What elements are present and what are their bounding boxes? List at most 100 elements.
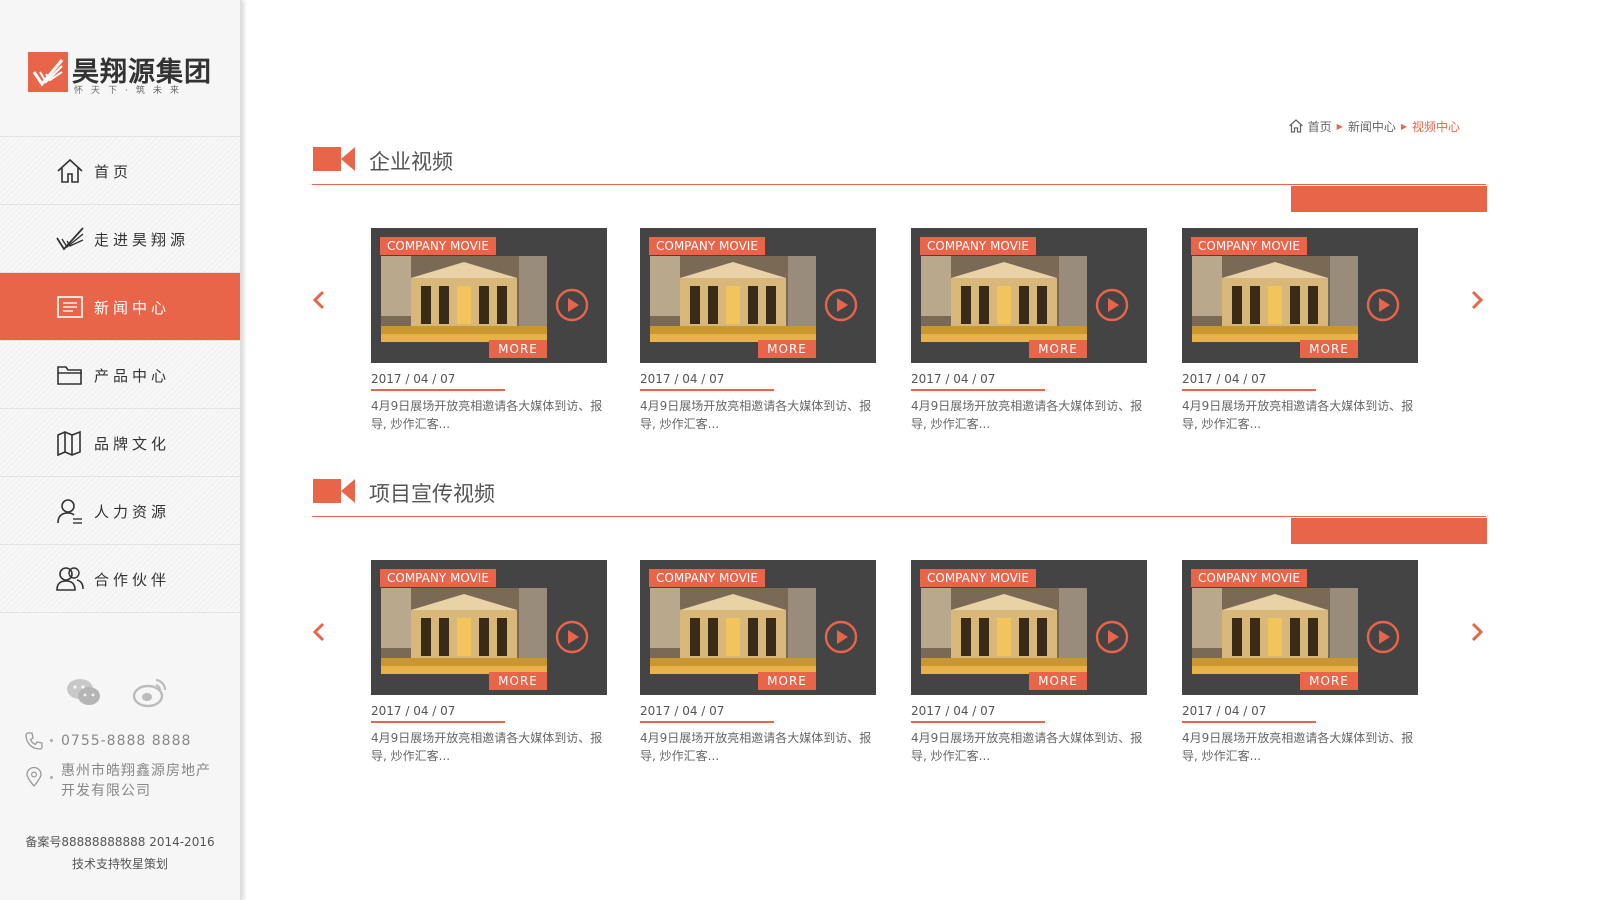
- logo-mark-icon: [56, 227, 84, 251]
- location-pin-icon: [26, 767, 42, 787]
- nav-item-news[interactable]: 新闻中心: [0, 273, 240, 341]
- breadcrumb-home[interactable]: 首页: [1308, 118, 1332, 135]
- nav-label: 新闻中心: [94, 299, 171, 317]
- nav-label: 品牌文化: [94, 435, 171, 453]
- video-thumbnail[interactable]: COMPANY MOVIE MORE: [371, 228, 607, 363]
- thumbnail-label: COMPANY MOVIE: [920, 237, 1036, 255]
- breadcrumb-separator-icon: ▶: [1400, 121, 1407, 131]
- nav-item-hr[interactable]: 人力资源: [0, 477, 240, 545]
- sidebar: 昊翔源集团 怀天下·筑未来 首页 走进昊翔源 新闻中心 产品中心 品牌文化 人力…: [0, 0, 241, 900]
- date-underline: [911, 389, 1045, 391]
- folder-icon: [57, 366, 82, 385]
- nav-label: 人力资源: [94, 503, 171, 521]
- breadcrumb-separator-icon: ▶: [1336, 121, 1343, 131]
- more-button[interactable]: MORE: [489, 340, 547, 358]
- play-icon[interactable]: [824, 288, 858, 322]
- video-thumbnail[interactable]: COMPANY MOVIE MORE: [371, 560, 607, 695]
- section-divider: [312, 516, 1486, 517]
- nav-item-home[interactable]: 首页: [0, 137, 240, 205]
- nav-item-about[interactable]: 走进昊翔源: [0, 205, 240, 273]
- video-description[interactable]: 4月9日展场开放亮相邀请各大媒体到访、报导, 炒作汇客...: [911, 397, 1147, 433]
- date-underline: [911, 721, 1045, 723]
- video-card[interactable]: COMPANY MOVIE MORE 2017 / 04 / 07 4月9日展场…: [371, 560, 607, 765]
- date-underline: [640, 721, 774, 723]
- video-description[interactable]: 4月9日展场开放亮相邀请各大媒体到访、报导, 炒作汇客...: [371, 729, 607, 765]
- play-icon[interactable]: [1366, 288, 1400, 322]
- brand-logo[interactable]: 昊翔源集团 怀天下·筑未来: [28, 50, 218, 96]
- video-card[interactable]: COMPANY MOVIE MORE 2017 / 04 / 07 4月9日展场…: [911, 228, 1147, 433]
- nav-item-partners[interactable]: 合作伙伴: [0, 545, 240, 613]
- section-header: 项目宣传视频: [312, 476, 1487, 544]
- play-icon[interactable]: [1095, 620, 1129, 654]
- main-nav: 首页 走进昊翔源 新闻中心 产品中心 品牌文化 人力资源 合作伙伴: [0, 136, 240, 613]
- video-description[interactable]: 4月9日展场开放亮相邀请各大媒体到访、报导, 炒作汇客...: [911, 729, 1147, 765]
- video-camera-icon: [313, 479, 355, 503]
- more-button[interactable]: MORE: [1300, 672, 1358, 690]
- video-date: 2017 / 04 / 07: [371, 704, 456, 718]
- play-icon[interactable]: [555, 620, 589, 654]
- tech-support[interactable]: 技术支持牧星策划: [0, 855, 240, 872]
- building-photo: [650, 256, 816, 342]
- thumbnail-label: COMPANY MOVIE: [920, 569, 1036, 587]
- video-card[interactable]: COMPANY MOVIE MORE 2017 / 04 / 07 4月9日展场…: [371, 228, 607, 433]
- thumbnail-label: COMPANY MOVIE: [1191, 237, 1307, 255]
- building-photo: [921, 256, 1087, 342]
- more-button[interactable]: MORE: [1029, 672, 1087, 690]
- prev-arrow-icon[interactable]: [309, 620, 329, 644]
- breadcrumb-news[interactable]: 新闻中心: [1348, 118, 1396, 135]
- more-button[interactable]: MORE: [1300, 340, 1358, 358]
- date-underline: [371, 721, 505, 723]
- video-description[interactable]: 4月9日展场开放亮相邀请各大媒体到访、报导, 炒作汇客...: [640, 397, 876, 433]
- video-date: 2017 / 04 / 07: [1182, 704, 1267, 718]
- video-card[interactable]: COMPANY MOVIE MORE 2017 / 04 / 07 4月9日展场…: [1182, 228, 1418, 433]
- more-button[interactable]: MORE: [489, 672, 547, 690]
- thumbnail-label: COMPANY MOVIE: [380, 237, 496, 255]
- video-date: 2017 / 04 / 07: [911, 704, 996, 718]
- play-icon[interactable]: [824, 620, 858, 654]
- building-photo: [1192, 256, 1358, 342]
- video-description[interactable]: 4月9日展场开放亮相邀请各大媒体到访、报导, 炒作汇客...: [1182, 729, 1418, 765]
- prev-arrow-icon[interactable]: [309, 288, 329, 312]
- video-thumbnail[interactable]: COMPANY MOVIE MORE: [1182, 228, 1418, 363]
- video-description[interactable]: 4月9日展场开放亮相邀请各大媒体到访、报导, 炒作汇客...: [371, 397, 607, 433]
- video-thumbnail[interactable]: COMPANY MOVIE MORE: [911, 560, 1147, 695]
- breadcrumb-current: 视频中心: [1411, 119, 1460, 134]
- video-thumbnail[interactable]: COMPANY MOVIE MORE: [911, 228, 1147, 363]
- more-button[interactable]: MORE: [1029, 340, 1087, 358]
- thumbnail-label: COMPANY MOVIE: [1191, 569, 1307, 587]
- play-icon[interactable]: [1366, 620, 1400, 654]
- video-thumbnail[interactable]: COMPANY MOVIE MORE: [640, 560, 876, 695]
- weibo-icon[interactable]: [132, 676, 168, 708]
- phone-icon: [25, 732, 43, 750]
- video-card[interactable]: COMPANY MOVIE MORE 2017 / 04 / 07 4月9日展场…: [640, 560, 876, 765]
- next-arrow-icon[interactable]: [1467, 288, 1487, 312]
- video-card[interactable]: COMPANY MOVIE MORE 2017 / 04 / 07 4月9日展场…: [640, 228, 876, 433]
- date-underline: [1182, 389, 1316, 391]
- more-button[interactable]: MORE: [758, 340, 816, 358]
- contact-address: 惠州市皓翔鑫源房地产 开发有限公司: [24, 761, 234, 801]
- video-card[interactable]: COMPANY MOVIE MORE 2017 / 04 / 07 4月9日展场…: [1182, 560, 1418, 765]
- nav-label: 产品中心: [94, 367, 171, 385]
- nav-item-products[interactable]: 产品中心: [0, 341, 240, 409]
- section-title: 企业视频: [369, 150, 453, 174]
- brand-slogan: 怀天下·筑未来: [74, 86, 187, 96]
- map-icon: [57, 430, 81, 457]
- video-date: 2017 / 04 / 07: [1182, 372, 1267, 386]
- play-icon[interactable]: [555, 288, 589, 322]
- home-icon[interactable]: [1288, 118, 1304, 134]
- wechat-icon[interactable]: [66, 676, 102, 708]
- building-photo: [1192, 588, 1358, 674]
- thumbnail-label: COMPANY MOVIE: [649, 237, 765, 255]
- video-thumbnail[interactable]: COMPANY MOVIE MORE: [640, 228, 876, 363]
- play-icon[interactable]: [1095, 288, 1129, 322]
- more-button[interactable]: MORE: [758, 672, 816, 690]
- section-divider: [312, 184, 1486, 185]
- nav-item-brand[interactable]: 品牌文化: [0, 409, 240, 477]
- video-description[interactable]: 4月9日展场开放亮相邀请各大媒体到访、报导, 炒作汇客...: [640, 729, 876, 765]
- logo-mark-icon: [28, 52, 68, 92]
- date-underline: [640, 389, 774, 391]
- video-description[interactable]: 4月9日展场开放亮相邀请各大媒体到访、报导, 炒作汇客...: [1182, 397, 1418, 433]
- next-arrow-icon[interactable]: [1467, 620, 1487, 644]
- video-card[interactable]: COMPANY MOVIE MORE 2017 / 04 / 07 4月9日展场…: [911, 560, 1147, 765]
- video-thumbnail[interactable]: COMPANY MOVIE MORE: [1182, 560, 1418, 695]
